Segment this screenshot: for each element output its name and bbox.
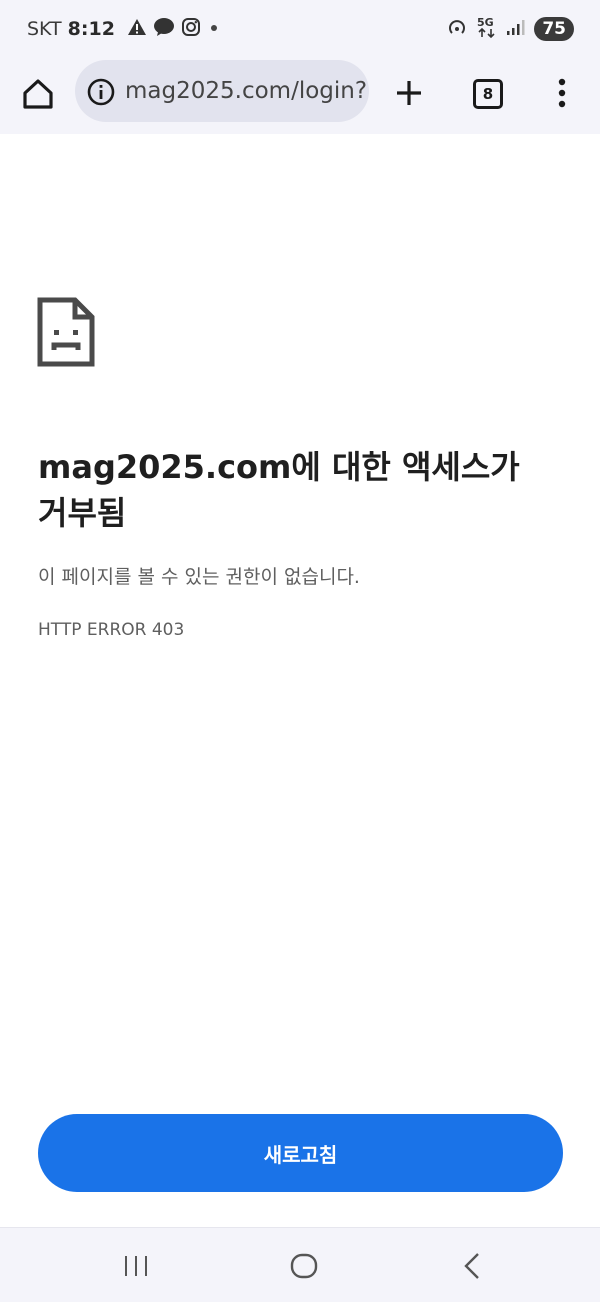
more-vert-icon[interactable] <box>550 76 574 110</box>
status-bar-right: 5G 75 <box>446 14 574 44</box>
warning-icon <box>127 18 147 41</box>
clock: 8:12 <box>67 18 115 40</box>
error-description: 이 페이지를 볼 수 있는 권한이 없습니다. <box>38 566 360 588</box>
status-bar-left: SKT 8:12 <box>27 14 221 44</box>
browser-toolbar: mag2025.com/login? 8 <box>0 56 600 134</box>
dot-icon <box>207 18 221 40</box>
battery-icon: 75 <box>534 17 574 41</box>
back-icon[interactable] <box>461 1252 483 1280</box>
carrier-label: SKT <box>27 18 62 40</box>
plus-icon[interactable] <box>392 76 426 110</box>
kakaotalk-icon <box>153 17 175 42</box>
url-text[interactable]: mag2025.com/login? <box>125 78 369 104</box>
5g-data-icon: 5G <box>476 15 498 43</box>
hotspot-icon <box>446 16 468 42</box>
error-code: HTTP ERROR 403 <box>38 620 185 640</box>
instagram-icon <box>181 17 201 42</box>
reload-button[interactable]: 새로고침 <box>38 1114 563 1192</box>
signal-icon <box>506 18 526 40</box>
network-type-label: 5G <box>477 16 494 29</box>
address-bar[interactable]: mag2025.com/login? <box>75 60 369 122</box>
tabs-icon[interactable]: 8 <box>473 79 503 109</box>
page-title: mag2025.com에 대한 액세스가 거부됨 <box>38 448 520 532</box>
recents-icon[interactable] <box>122 1254 150 1278</box>
info-icon[interactable] <box>87 78 115 106</box>
home-icon[interactable] <box>19 75 57 113</box>
system-nav-bar <box>0 1227 600 1302</box>
sad-page-icon <box>37 297 95 367</box>
status-bar: SKT 8:12 5G 75 <box>0 0 600 56</box>
home-circle-icon[interactable] <box>290 1253 318 1279</box>
